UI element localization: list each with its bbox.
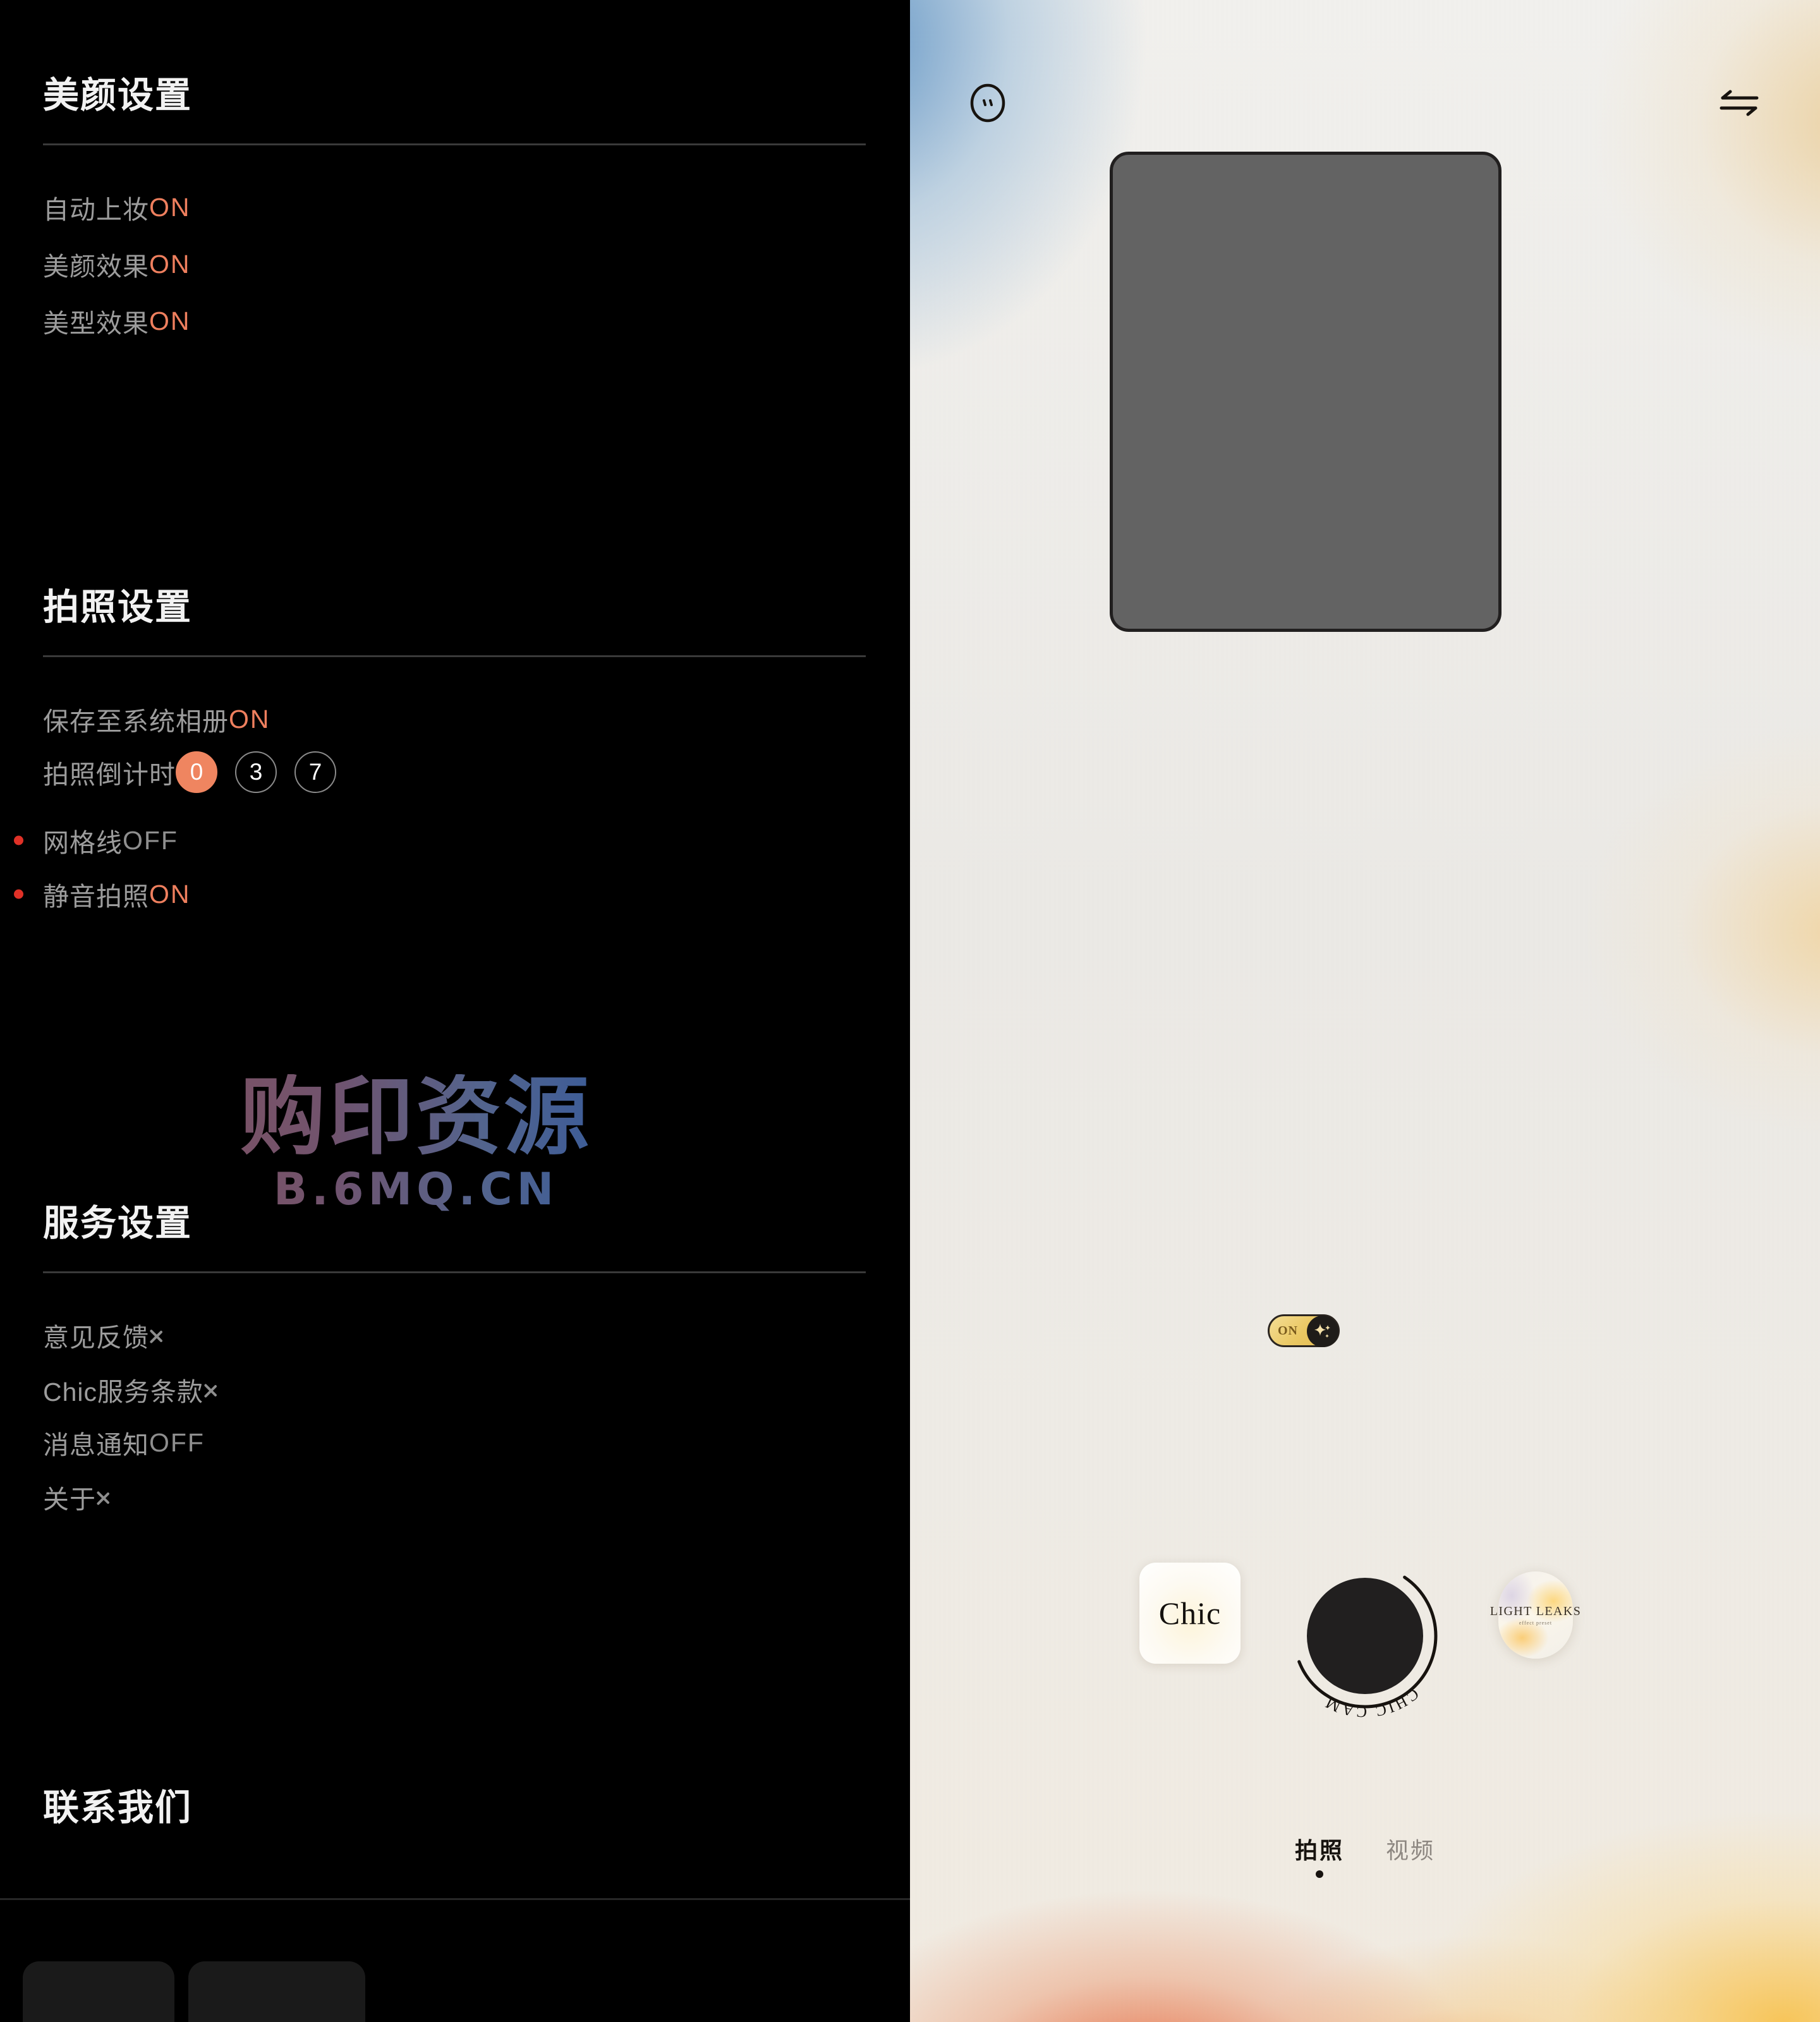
section-divider [43, 1271, 866, 1273]
filter-preset-button[interactable]: Chic [1139, 1563, 1241, 1664]
bottom-card-left[interactable] [23, 1961, 174, 2022]
settings-row-label: 意见反馈 [43, 1323, 149, 1352]
settings-row-value: ON [229, 704, 270, 734]
camera-preview[interactable] [1110, 152, 1502, 632]
settings-row-label: 拍照倒计时 [43, 760, 176, 789]
camera-tab-photo[interactable]: 拍照 [1295, 1832, 1344, 1878]
settings-scroll-area[interactable]: 美颜设置 自动上妆 ON 美颜效果 ON 美型效果 ON 拍照设置 保存至系统相册 ON 拍照倒计时… [0, 0, 910, 2022]
face-smiley-icon[interactable] [968, 83, 1007, 123]
settings-row[interactable]: 拍照倒计时 0 3 7 [0, 742, 380, 802]
section-title: 服务设置 [43, 1203, 192, 1244]
camera-top-bar [910, 75, 1820, 131]
settings-section: 服务设置 意见反馈 Chic服务条款 消息通知 OFF 关于 [0, 1203, 910, 1514]
settings-row-value: ON [149, 192, 191, 222]
countdown-option-0[interactable]: 0 [176, 751, 217, 793]
settings-row-value: ON [149, 249, 191, 279]
bottom-divider [0, 1898, 910, 1900]
light-leaks-button[interactable]: LIGHT LEAKS effect preset [1490, 1571, 1580, 1659]
camera-flip-icon[interactable] [1716, 85, 1762, 121]
settings-section: 联系我们 [0, 1788, 910, 1828]
camera-panel: ON Chic CHIC CAM LIGHT LEAKS effect pres… [910, 0, 1820, 2022]
settings-row-value: ON [149, 306, 191, 336]
new-badge-dot-icon [14, 889, 23, 899]
settings-row-label: 自动上妆 [43, 195, 149, 224]
settings-row-label: 美型效果 [43, 309, 149, 338]
settings-row[interactable]: 保存至系统相册 ON [0, 689, 315, 749]
countdown-option-7[interactable]: 7 [294, 751, 336, 793]
settings-row[interactable]: 美颜效果 ON [0, 234, 235, 294]
settings-row[interactable]: 网格线 OFF [0, 810, 222, 871]
settings-section: 拍照设置 保存至系统相册 ON 拍照倒计时 0 3 7 网格线 OFF 静音拍照 ON [0, 587, 910, 911]
settings-row[interactable]: 关于 [0, 1467, 154, 1527]
light-leaks-label: LIGHT LEAKS effect preset [1489, 1604, 1582, 1626]
settings-row[interactable]: 意见反馈 [0, 1305, 207, 1365]
settings-row[interactable]: 静音拍照 ON [0, 864, 235, 924]
settings-row-value: ON [149, 879, 191, 909]
section-divider [43, 143, 866, 145]
section-title: 联系我们 [43, 1788, 192, 1828]
filter-preset-label: Chic [1158, 1595, 1222, 1631]
settings-row-label: 关于 [43, 1485, 96, 1514]
active-tab-indicator [1315, 1870, 1323, 1878]
chevron-right-icon [203, 1377, 217, 1402]
settings-row[interactable]: 消息通知 OFF [0, 1412, 249, 1473]
section-title: 拍照设置 [43, 587, 192, 627]
settings-section: 美颜设置 自动上妆 ON 美颜效果 ON 美型效果 ON [0, 75, 910, 338]
section-title: 美颜设置 [43, 75, 192, 116]
settings-row-label: 消息通知 [43, 1431, 149, 1460]
bottom-card-right[interactable] [188, 1961, 365, 2022]
settings-row-label: Chic服务条款 [43, 1377, 204, 1407]
settings-row-label: 静音拍照 [43, 882, 149, 911]
section-divider [43, 655, 866, 657]
camera-tab-video[interactable]: 视频 [1386, 1832, 1435, 1878]
chevron-right-icon [149, 1323, 163, 1348]
settings-row-label: 网格线 [43, 828, 123, 857]
settings-panel: 美颜设置 自动上妆 ON 美颜效果 ON 美型效果 ON 拍照设置 保存至系统相册 ON 拍照倒计时… [0, 0, 910, 2022]
beauty-toggle-label: ON [1278, 1323, 1298, 1338]
light-leaks-sublabel: effect preset [1519, 1619, 1553, 1626]
beauty-toggle[interactable]: ON [1268, 1314, 1340, 1347]
countdown-option-group: 037 [176, 751, 336, 793]
camera-controls: Chic CHIC CAM LIGHT LEAKS effect preset [910, 1551, 1820, 1720]
sparkle-icon [1307, 1316, 1338, 1347]
bottom-card-strip [0, 1961, 910, 2022]
settings-row-value: OFF [123, 825, 178, 855]
app-screen: 美颜设置 自动上妆 ON 美颜效果 ON 美型效果 ON 拍照设置 保存至系统相册 ON 拍照倒计时… [0, 0, 1820, 2022]
settings-row[interactable]: Chic服务条款 [0, 1359, 262, 1420]
camera-mode-tabs: 拍照 视频 [910, 1832, 1820, 1878]
shutter-button[interactable]: CHIC CAM [1280, 1551, 1450, 1721]
chevron-right-icon [96, 1484, 110, 1510]
settings-row[interactable]: 美型效果 ON [0, 291, 235, 351]
new-badge-dot-icon [14, 835, 23, 845]
settings-row-label: 美颜效果 [43, 252, 149, 281]
settings-row-label: 保存至系统相册 [43, 707, 229, 736]
settings-row-value: OFF [149, 1427, 205, 1457]
settings-row[interactable]: 自动上妆 ON [0, 177, 235, 238]
countdown-option-3[interactable]: 3 [235, 751, 277, 793]
